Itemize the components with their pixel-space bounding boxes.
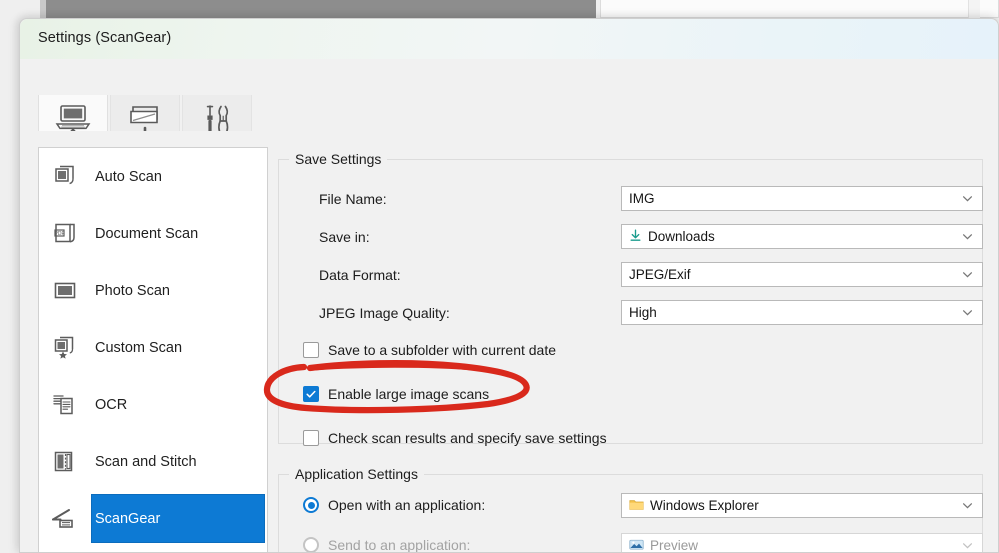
data-format-combo[interactable]: JPEG/Exif (621, 262, 983, 287)
open-with-application-combo[interactable]: Windows Explorer (621, 493, 983, 518)
checkbox-box[interactable] (303, 430, 319, 446)
sidebar-item-label: Photo Scan (95, 282, 170, 299)
background-window-left-header (46, 0, 596, 20)
radio-open-with-application[interactable]: Open with an application: (303, 497, 485, 513)
data-format-value: JPEG/Exif (629, 267, 691, 282)
sidebar-item-label: Document Scan (95, 225, 199, 242)
file-name-label: File Name: (319, 191, 387, 207)
settings-content-pane: Save Settings File Name: IMG Save in: Do… (278, 147, 984, 553)
radio-label: Send to an application: (328, 537, 471, 553)
photo-icon (39, 278, 91, 304)
send-to-application-value: Preview (650, 538, 699, 553)
scan-stitch-icon (39, 449, 91, 475)
checkbox-label: Enable large image scans (328, 386, 490, 402)
save-in-label: Save in: (319, 229, 370, 245)
radio-button[interactable] (303, 537, 319, 552)
file-name-combo[interactable]: IMG (621, 186, 983, 211)
file-name-value: IMG (629, 191, 655, 206)
custom-scan-star-icon (39, 335, 91, 361)
data-format-label: Data Format: (319, 267, 401, 283)
dialog-body: Auto Scan PDF Document Scan Photo Scan C… (20, 131, 998, 553)
dialog-titlebar: Settings (ScanGear) (20, 19, 998, 59)
checkbox-label: Check scan results and specify save sett… (328, 430, 607, 446)
chevron-down-icon (962, 191, 973, 202)
checkbox-save-subfolder[interactable]: Save to a subfolder with current date (303, 342, 556, 358)
folder-icon (629, 498, 644, 514)
auto-scan-icon (39, 164, 91, 190)
checkbox-box[interactable] (303, 342, 319, 358)
send-to-application-combo[interactable]: Preview (621, 533, 983, 553)
dialog-title: Settings (ScanGear) (38, 30, 172, 46)
radio-button[interactable] (303, 497, 319, 513)
document-pdf-icon: PDF (39, 221, 91, 247)
application-settings-group: Application Settings Open with an applic… (278, 466, 983, 553)
ocr-text-icon (39, 392, 91, 418)
sidebar-item-label: Scan and Stitch (95, 453, 197, 470)
open-with-application-value: Windows Explorer (650, 498, 759, 513)
sidebar-item-custom-scan[interactable]: Custom Scan (39, 319, 267, 376)
sidebar-item-label: ScanGear (95, 510, 161, 527)
sidebar-item-ocr[interactable]: OCR (39, 376, 267, 433)
chevron-down-icon (962, 305, 973, 316)
jpeg-quality-combo[interactable]: High (621, 300, 983, 325)
chevron-down-icon (962, 498, 973, 509)
chevron-down-icon (962, 267, 973, 278)
checkbox-box[interactable] (303, 386, 319, 402)
checkbox-label: Save to a subfolder with current date (328, 342, 557, 358)
row-jpeg-quality: JPEG Image Quality: High (279, 296, 984, 334)
preview-image-icon (629, 538, 644, 553)
radio-send-to-application[interactable]: Send to an application: (303, 537, 471, 553)
jpeg-quality-label: JPEG Image Quality: (319, 305, 450, 321)
save-in-combo[interactable]: Downloads (621, 224, 983, 249)
background-window-right: Color Correction None (600, 0, 999, 18)
sidebar-item-label: OCR (95, 396, 128, 413)
sidebar-item-document-scan[interactable]: PDF Document Scan (39, 205, 267, 262)
settings-dialog: Settings (ScanGear) Auto Scan PDF Docume… (19, 18, 999, 553)
sidebar-item-auto-scan[interactable]: Auto Scan (39, 148, 267, 205)
application-settings-title: Application Settings (289, 466, 424, 482)
download-icon (629, 229, 642, 245)
chevron-down-icon (962, 538, 973, 549)
save-settings-title: Save Settings (289, 151, 388, 167)
sidebar-item-label: Auto Scan (95, 168, 162, 185)
svg-text:PDF: PDF (55, 230, 65, 236)
checkmark-icon (306, 390, 316, 398)
jpeg-quality-value: High (629, 305, 657, 320)
scangear-icon (39, 506, 91, 532)
checkbox-enable-large-image-scans[interactable]: Enable large image scans (303, 386, 489, 402)
settings-nav-list: Auto Scan PDF Document Scan Photo Scan C… (38, 147, 268, 552)
checkbox-check-scan-results[interactable]: Check scan results and specify save sett… (303, 430, 607, 446)
row-data-format: Data Format: JPEG/Exif (279, 258, 984, 296)
save-settings-group: Save Settings File Name: IMG Save in: Do… (278, 151, 984, 446)
background-window-scrollbar[interactable] (968, 0, 980, 18)
sidebar-item-scangear[interactable]: ScanGear (39, 490, 267, 547)
radio-label: Open with an application: (328, 497, 486, 513)
sidebar-item-label: Custom Scan (95, 339, 183, 356)
save-in-value: Downloads (648, 229, 715, 244)
chevron-down-icon (962, 229, 973, 240)
sidebar-item-photo-scan[interactable]: Photo Scan (39, 262, 267, 319)
sidebar-item-scan-and-stitch[interactable]: Scan and Stitch (39, 433, 267, 490)
row-save-in: Save in: Downloads (279, 220, 984, 258)
row-file-name: File Name: IMG (279, 182, 984, 220)
